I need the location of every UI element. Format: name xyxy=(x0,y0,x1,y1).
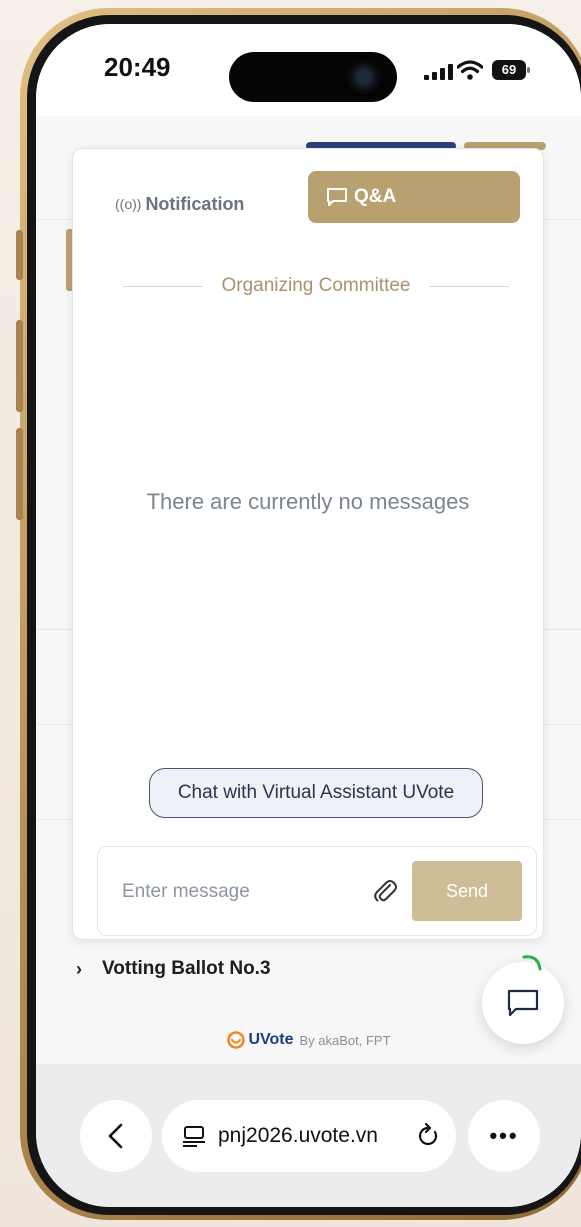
reload-icon[interactable] xyxy=(416,1122,442,1150)
tab-qa[interactable]: Q&A xyxy=(308,171,520,223)
tab-qa-label: Q&A xyxy=(354,186,397,207)
back-button[interactable] xyxy=(80,1100,152,1172)
action-button xyxy=(16,230,23,280)
more-button[interactable]: ••• xyxy=(468,1100,540,1172)
wifi-icon xyxy=(457,60,483,80)
url-text: pnj2026.uvote.vn xyxy=(218,1124,378,1147)
chevron-left-icon xyxy=(108,1123,123,1149)
browser-toolbar: pnj2026.uvote.vn ••• xyxy=(36,1064,581,1207)
message-composer: Send xyxy=(97,846,537,936)
phone-screen: 20:49 69 ((o)) Notification Q&A Organizi… xyxy=(36,24,581,1207)
divider-line xyxy=(428,285,509,287)
chevron-right-icon: › xyxy=(76,958,82,979)
chat-panel: ((o)) Notification Q&A Organizing Commit… xyxy=(72,148,544,940)
volume-up-button xyxy=(16,320,23,412)
tab-icon xyxy=(183,1126,205,1147)
brand-footer: UVote By akaBot, FPT xyxy=(36,1030,581,1050)
virtual-assistant-button[interactable]: Chat with Virtual Assistant UVote xyxy=(149,768,483,818)
battery-level: 69 xyxy=(501,62,517,77)
section-divider: Organizing Committee xyxy=(123,275,509,297)
paperclip-icon[interactable] xyxy=(372,877,398,905)
status-bar: 20:49 69 xyxy=(36,24,581,116)
empty-state-message: There are currently no messages xyxy=(146,489,470,514)
message-input[interactable] xyxy=(120,871,354,913)
section-label: Organizing Committee xyxy=(221,275,411,296)
chat-bubble-icon xyxy=(507,989,539,1017)
dynamic-island xyxy=(229,52,397,102)
address-bar[interactable]: pnj2026.uvote.vn xyxy=(162,1100,456,1172)
divider-line xyxy=(123,285,204,287)
tab-notification-label: Notification xyxy=(145,193,245,214)
more-icon: ••• xyxy=(489,1123,519,1148)
tab-notification[interactable]: ((o)) Notification xyxy=(115,187,244,221)
battery-icon: 69 xyxy=(492,60,530,80)
brand-byline: By akaBot, FPT xyxy=(299,1032,391,1048)
brand-name: UVote xyxy=(248,1031,294,1048)
online-indicator-icon xyxy=(522,955,542,971)
uvote-logo-icon xyxy=(227,1031,246,1049)
camera-icon xyxy=(347,60,381,94)
signal-icon xyxy=(424,64,453,80)
status-time: 20:49 xyxy=(104,52,171,82)
send-button[interactable]: Send xyxy=(412,861,522,921)
chat-bubble-icon xyxy=(327,188,347,206)
broadcast-icon: ((o)) xyxy=(115,196,142,212)
ballot-label: Votting Ballot No.3 xyxy=(102,958,271,979)
volume-down-button xyxy=(16,428,23,520)
